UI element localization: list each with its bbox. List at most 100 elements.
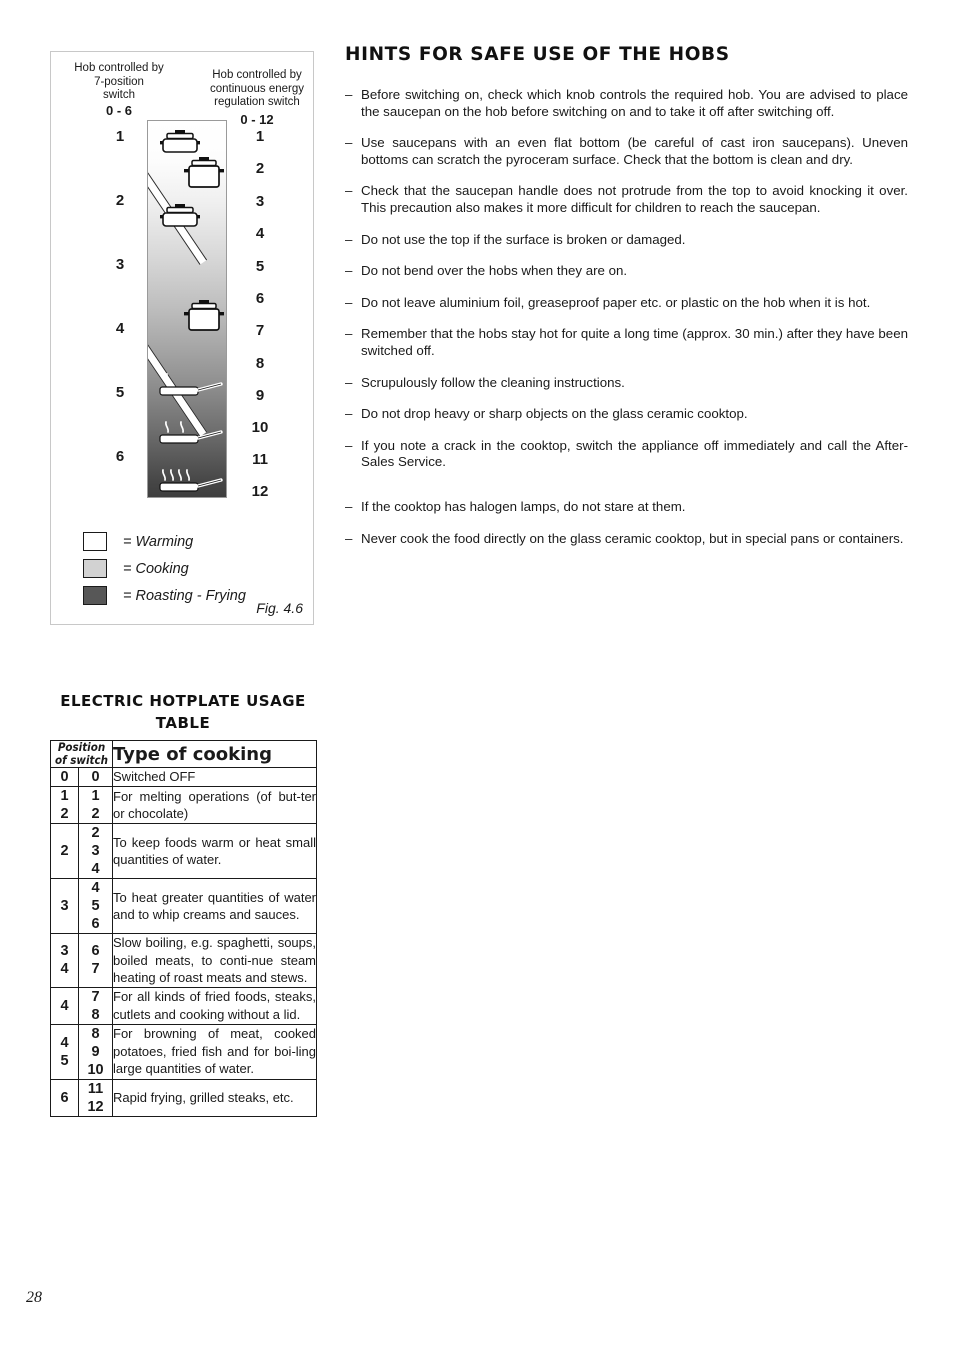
cell-description: For browning of meat, cooked potatoes, f…: [112, 1023, 318, 1080]
hint-text: Do not leave aluminium foil, greaseproof…: [361, 294, 871, 310]
scale-right-8: 8: [255, 355, 265, 372]
scale-right-4: 4: [255, 225, 265, 242]
hints-section: HINTS FOR SAFE USE OF THE HOBS – Before …: [345, 44, 908, 562]
scale-left-3: 3: [115, 256, 125, 273]
hint-dash: –: [345, 87, 353, 102]
cell-description: For melting operations (of but-​ter or c…: [112, 786, 318, 824]
cell-description: Rapid frying, grilled steaks, etc.: [112, 1078, 318, 1117]
cell-description: To keep foods warm or heat small quantit…: [112, 823, 318, 879]
hint-item: – Scrupulously follow the cleaning instr…: [345, 375, 908, 392]
heat-gradient-strip: [147, 120, 227, 498]
hint-dash: –: [345, 183, 353, 199]
usage-table-title-line2: TABLE: [155, 714, 211, 732]
table-header-row: Position of switch Type of cooking: [49, 740, 318, 768]
scale-right-12: 12: [251, 483, 269, 500]
table-row: 4 7 8 For all kinds of fried foods, stea…: [50, 986, 318, 1025]
legend-row-warming: = Warming: [83, 528, 313, 555]
table-row: 1 2 1 2 For melting operations (of but-​…: [50, 786, 318, 824]
pot-lid-tall-icon-6: [184, 300, 224, 331]
cell-switch12: 2 3 4: [77, 823, 114, 879]
hint-item: – If the cooktop has halogen lamps, do n…: [345, 499, 908, 516]
hint-dash: –: [345, 437, 353, 453]
hint-item: – Never cook the food directly on the gl…: [345, 531, 908, 548]
figure-header: Hob controlled by 7-position switch 0 - …: [51, 60, 313, 126]
scale-right-5: 5: [255, 258, 265, 275]
pot-lid-small-icon-3: [160, 204, 200, 227]
cell-switch12: 0: [77, 767, 114, 787]
usage-table-title: ELECTRIC HOTPLATE USAGE TABLE: [50, 690, 316, 734]
hint-item: – If you note a crack in the cooktop, sw…: [345, 438, 908, 471]
cell-switch7: 3 4: [50, 933, 79, 988]
scale-left-5: 5: [115, 384, 125, 401]
header-left-line2: 7-position: [94, 75, 144, 88]
hint-dash: –: [345, 374, 353, 390]
hint-dash: –: [345, 231, 353, 247]
cell-switch12: 6 7: [77, 933, 114, 988]
table-row: 6 11 12 Rapid frying, grilled steaks, et…: [50, 1078, 318, 1117]
pot-lid-tall-icon-2: [184, 157, 224, 188]
usage-table-title-line1: ELECTRIC HOTPLATE USAGE: [60, 692, 306, 710]
cell-switch7: 3: [50, 878, 79, 934]
header-left-line3: switch: [103, 89, 135, 101]
header-position-line1: Position: [57, 740, 106, 754]
cell-description: For all kinds of fried foods, steaks, cu…: [112, 986, 318, 1025]
legend-swatch-cooking-icon: [83, 559, 107, 578]
hint-text: Never cook the food directly on the glas…: [361, 530, 904, 546]
hint-item: – Remember that the hobs stay hot for qu…: [345, 326, 908, 359]
legend-row-cooking: = Cooking: [83, 555, 313, 582]
scale-left-1: 1: [115, 128, 125, 145]
legend-label-warming: = Warming: [123, 533, 194, 550]
scale-right-10: 10: [251, 419, 269, 436]
pot-lid-small-icon-1: [160, 130, 200, 153]
hint-text: Before switching on, check which knob co…: [361, 87, 908, 119]
legend-label-roasting: = Roasting - Frying: [123, 587, 246, 604]
hint-item: – Do not leave aluminium foil, greasepro…: [345, 295, 908, 312]
cell-switch7: 0: [50, 767, 79, 787]
page-number: 28: [26, 1289, 42, 1306]
legend-label-cooking: = Cooking: [123, 560, 189, 577]
cell-switch7: 6: [50, 1078, 79, 1117]
cell-description: Switched OFF: [112, 767, 318, 787]
hint-dash: –: [345, 406, 353, 422]
hint-text: If the cooktop has halogen lamps, do not…: [361, 498, 686, 514]
table-row: 0 0 Switched OFF: [50, 767, 318, 787]
cell-switch7: 2: [50, 823, 79, 879]
cell-description: Slow boiling, e.g. spaghetti, soups, boi…: [112, 933, 318, 988]
hint-item: – Before switching on, check which knob …: [345, 87, 908, 120]
hint-text: Scrupulously follow the cleaning instruc…: [361, 374, 625, 390]
frying-pan-1-steam-icon: [159, 373, 223, 396]
figure-header-right: Hob controlled by continuous energy regu…: [197, 69, 317, 126]
scale-right-1: 1: [255, 128, 265, 145]
figure-legend: = Warming = Cooking = Roasting - Frying: [83, 528, 313, 609]
table-row: 2 2 3 4 To keep foods warm or heat small…: [50, 823, 318, 879]
table-row: 3 4 6 7 Slow boiling, e.g. spaghetti, so…: [50, 933, 318, 988]
cell-description: To heat greater quantities of water and …: [112, 878, 318, 934]
table-row: 3 4 5 6 To heat greater quantities of wa…: [50, 878, 318, 934]
scale-right-11: 11: [252, 451, 268, 468]
hint-item: – Use saucepans with an even flat bottom…: [345, 135, 908, 168]
hint-text: Do not drop heavy or sharp objects on th…: [361, 406, 748, 422]
figure-caption: Fig. 4.6: [256, 600, 303, 616]
cell-switch7: 4: [50, 986, 79, 1025]
scale-right-7: 7: [255, 322, 265, 339]
hint-text: Check that the saucepan handle does not …: [361, 183, 908, 215]
hint-text: If you note a crack in the cooktop, swit…: [361, 437, 908, 470]
scale-right-9: 9: [255, 387, 265, 404]
frying-pan-4-steam-icon: [159, 469, 223, 492]
cell-switch12: 4 5 6: [77, 878, 114, 934]
cell-switch7: 4 5: [50, 1023, 79, 1080]
figure-4-6-panel: Hob controlled by 7-position switch 0 - …: [50, 51, 314, 625]
hint-dash: –: [345, 530, 353, 546]
hint-dash: –: [345, 135, 353, 151]
header-right-line1: Hob controlled by: [212, 69, 302, 81]
cell-switch12: 1 2: [77, 786, 114, 824]
table-row: 4 5 8 9 10 For browning of meat, cooked …: [50, 1023, 318, 1080]
scale-right-2: 2: [255, 160, 265, 177]
hint-item: – Do not use the top if the surface is b…: [345, 232, 908, 249]
legend-swatch-warming-icon: [83, 532, 107, 551]
scale-left-6: 6: [115, 448, 125, 465]
electric-hotplate-usage-table: Position of switch Type of cooking 0 0 S…: [49, 740, 318, 1117]
cell-switch12: 8 9 10: [77, 1023, 114, 1080]
hint-text: Use saucepans with an even flat bottom (…: [361, 135, 908, 167]
scale-left-2: 2: [115, 192, 125, 209]
